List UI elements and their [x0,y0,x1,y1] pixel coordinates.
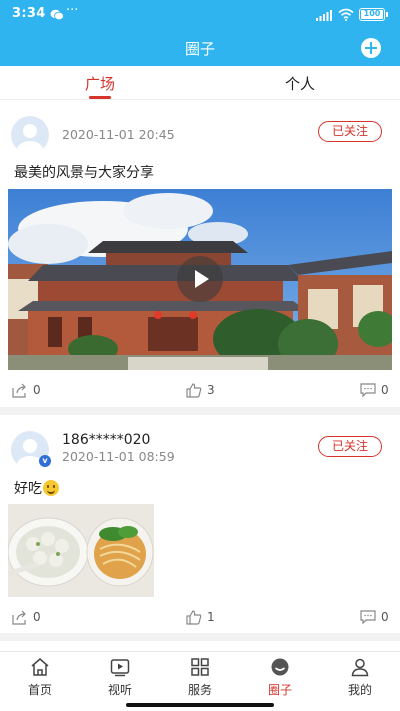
username[interactable]: 186*****020 [62,432,150,448]
nav-label: 视听 [107,683,132,697]
share-icon [12,610,26,625]
verified-badge-icon: v [39,455,51,467]
wifi-icon [338,8,354,21]
like-button[interactable]: 1 [186,608,215,626]
avatar[interactable] [11,116,49,154]
nav-item-home[interactable]: 首页 [0,657,80,698]
share-count: 0 [33,383,41,397]
food-photo [8,504,154,597]
post-text: 最美的风景与大家分享 [14,165,154,181]
post-image[interactable] [8,504,154,597]
home-icon [31,658,49,676]
wechat-icon [50,9,64,21]
tab-personal[interactable]: 个人 [200,73,400,94]
like-count: 3 [207,383,215,397]
play-button[interactable] [177,256,223,302]
comment-icon [360,382,376,397]
home-indicator [126,703,274,707]
share-icon [12,383,26,398]
comment-count: 0 [381,383,389,397]
nav-label: 服务 [187,683,212,697]
page-title: 圈子 [184,40,215,58]
status-time: 3:34 [12,6,46,21]
video-thumbnail[interactable] [8,189,392,370]
more-notifications-icon: ··· [66,3,79,18]
nav-bar: 圈子 [0,30,400,66]
video-play-icon [110,659,130,677]
plus-circle-icon[interactable] [361,38,381,58]
post-actions: 0 3 0 [0,381,400,401]
share-button[interactable]: 0 [12,608,41,626]
like-count: 1 [207,610,215,624]
battery-level: 100 [361,10,383,19]
post-card[interactable]: v 186*****020 2020-11-01 08:59 已关注 好吃 0 … [0,415,400,633]
nav-item-circle[interactable]: 圈子 [240,657,320,698]
post-text: 好吃 [14,481,42,497]
nav-item-services[interactable]: 服务 [160,657,240,698]
battery-tip [386,12,388,17]
post-card[interactable]: 2020-11-01 20:45 已关注 最美的风景与大家分享 0 3 0 [0,100,400,407]
thumbs-up-icon [186,609,202,625]
comment-button[interactable]: 0 [360,381,389,399]
post-actions: 0 1 0 [0,608,400,628]
share-count: 0 [33,610,41,624]
follow-button[interactable]: 已关注 [318,436,382,457]
status-bar: 3:34 ··· 100 [0,0,400,30]
post-time: 2020-11-01 08:59 [62,449,175,464]
tab-square[interactable]: 广场 [0,73,200,94]
comment-count: 0 [381,610,389,624]
default-avatar-icon [17,124,43,154]
nav-label: 首页 [27,683,52,697]
tab-bar-top: 广场 个人 [0,66,400,100]
active-tab-indicator [89,96,111,99]
bottom-nav: 首页 视听 服务 圈子 我的 [0,651,400,711]
nav-label: 圈子 [267,683,292,697]
like-button[interactable]: 3 [186,381,215,399]
circle-chat-icon [271,658,289,676]
share-button[interactable]: 0 [12,381,41,399]
battery-icon: 100 [359,8,385,21]
follow-button[interactable]: 已关注 [318,121,382,142]
grid-icon [191,658,209,676]
person-icon [351,658,369,677]
signal-icon [316,10,332,21]
grinning-face-emoji-icon [43,480,59,496]
nav-label: 我的 [347,683,372,697]
post-time: 2020-11-01 20:45 [62,127,175,142]
nav-item-video[interactable]: 视听 [80,657,160,698]
comment-button[interactable]: 0 [360,608,389,626]
post-text-row: 好吃 [14,478,59,498]
comment-icon [360,609,376,624]
nav-item-mine[interactable]: 我的 [320,657,400,698]
thumbs-up-icon [186,382,202,398]
